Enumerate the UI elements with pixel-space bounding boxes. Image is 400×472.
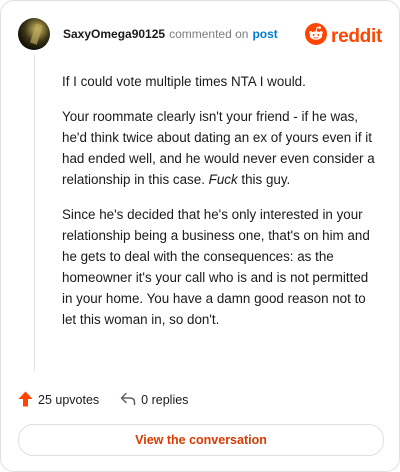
- thread-line: [34, 55, 35, 371]
- reddit-logo[interactable]: reddit: [305, 23, 382, 50]
- reddit-wordmark: reddit: [331, 25, 382, 47]
- reply-arrow-icon: [120, 392, 136, 409]
- view-conversation-button[interactable]: View the conversation: [18, 424, 384, 456]
- comment-meta: SaxyOmega90125 commented on post: [63, 27, 278, 41]
- upvote-arrow-icon: [18, 391, 33, 410]
- replies-stat[interactable]: 0 replies: [120, 392, 188, 409]
- comment-paragraph: Since he's decided that he's only intere…: [62, 207, 370, 327]
- post-link[interactable]: post: [252, 27, 277, 41]
- upvotes-count: 25 upvotes: [38, 393, 100, 407]
- replies-count: 0 replies: [141, 393, 189, 407]
- user-avatar[interactable]: [18, 18, 50, 50]
- upvotes-stat[interactable]: 25 upvotes: [18, 391, 99, 410]
- username[interactable]: SaxyOmega90125: [63, 27, 165, 41]
- comment-paragraph: If I could vote multiple times NTA I wou…: [62, 74, 306, 89]
- comment-text: this guy.: [237, 172, 291, 187]
- action-text: commented on: [169, 27, 249, 41]
- comment-header: SaxyOmega90125 commented on post reddit: [18, 17, 382, 51]
- comment-paragraph: Your roommate clearly isn't your friend …: [62, 106, 382, 190]
- embedded-comment-card: SaxyOmega90125 commented onpost reddit: [0, 0, 400, 472]
- reddit-snoo-icon: [305, 23, 328, 50]
- comment-body: If I could vote multiple times NTA I wou…: [62, 71, 382, 344]
- comment-italic-text: Fuck: [208, 172, 238, 187]
- comment-footer: 25 upvotes 0 replies: [18, 390, 188, 410]
